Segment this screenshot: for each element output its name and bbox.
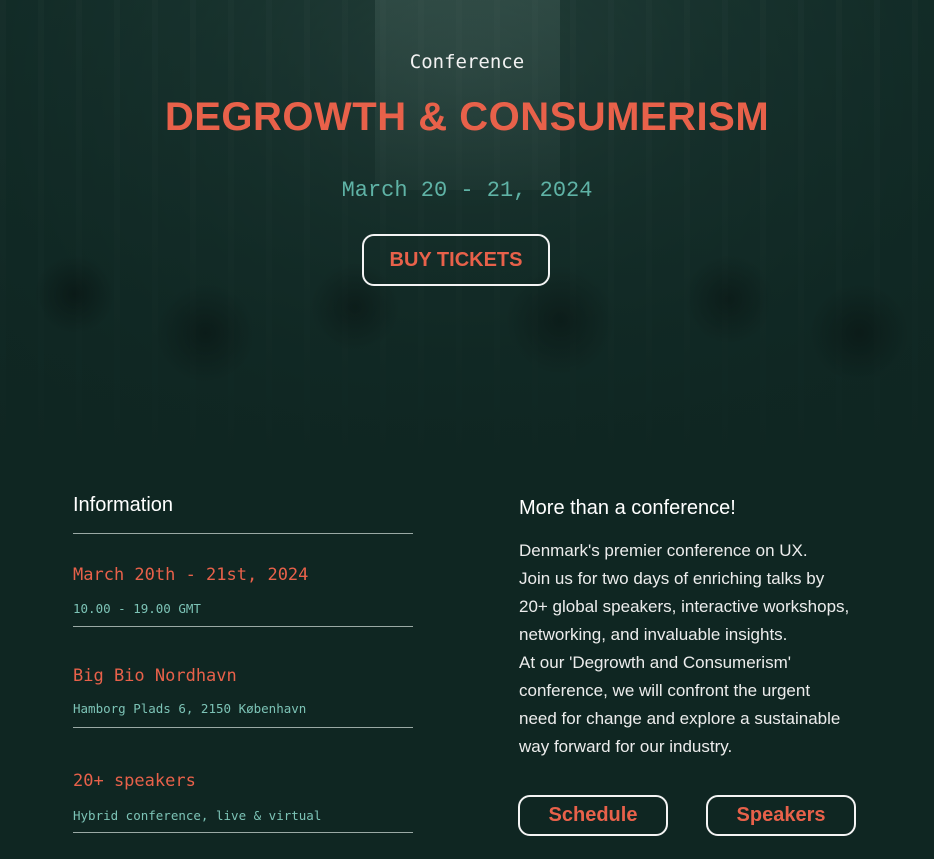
about-line: need for change and explore a sustainabl… (519, 709, 841, 728)
about-line: conference, we will confront the urgent (519, 681, 811, 700)
info-venue-address: Hamborg Plads 6, 2150 København (73, 701, 307, 716)
about-line: Join us for two days of enriching talks … (519, 569, 825, 588)
about-line: way forward for our industry. (519, 737, 733, 756)
page-title: DEGROWTH & CONSUMERISM (164, 95, 770, 139)
divider (73, 727, 413, 728)
schedule-button[interactable]: Schedule (518, 795, 668, 836)
speakers-button[interactable]: Speakers (706, 795, 856, 836)
information-heading: Information (73, 494, 174, 516)
about-line: At our 'Degrowth and Consumerism' (519, 653, 791, 672)
about-line: Denmark's premier conference on UX. (519, 541, 808, 560)
buy-tickets-button[interactable]: BUY TICKETS (362, 234, 550, 286)
info-date-title: March 20th - 21st, 2024 (73, 565, 309, 585)
hero-eyebrow: Conference (409, 51, 525, 73)
info-venue-title: Big Bio Nordhavn (73, 666, 237, 686)
info-date-subtitle: 10.00 - 19.00 GMT (73, 601, 201, 616)
hero-dates: March 20 - 21, 2024 (341, 178, 593, 203)
about-heading: More than a conference! (519, 497, 736, 519)
divider (73, 832, 413, 833)
info-speakers-title: 20+ speakers (73, 771, 196, 791)
divider (73, 533, 413, 534)
divider (73, 626, 413, 627)
about-line: 20+ global speakers, interactive worksho… (519, 597, 850, 616)
hero-audience (0, 190, 934, 450)
about-description: Denmark's premier conference on UX. Join… (519, 537, 899, 761)
info-speakers-subtitle: Hybrid conference, live & virtual (73, 808, 322, 823)
about-line: networking, and invaluable insights. (519, 625, 788, 644)
